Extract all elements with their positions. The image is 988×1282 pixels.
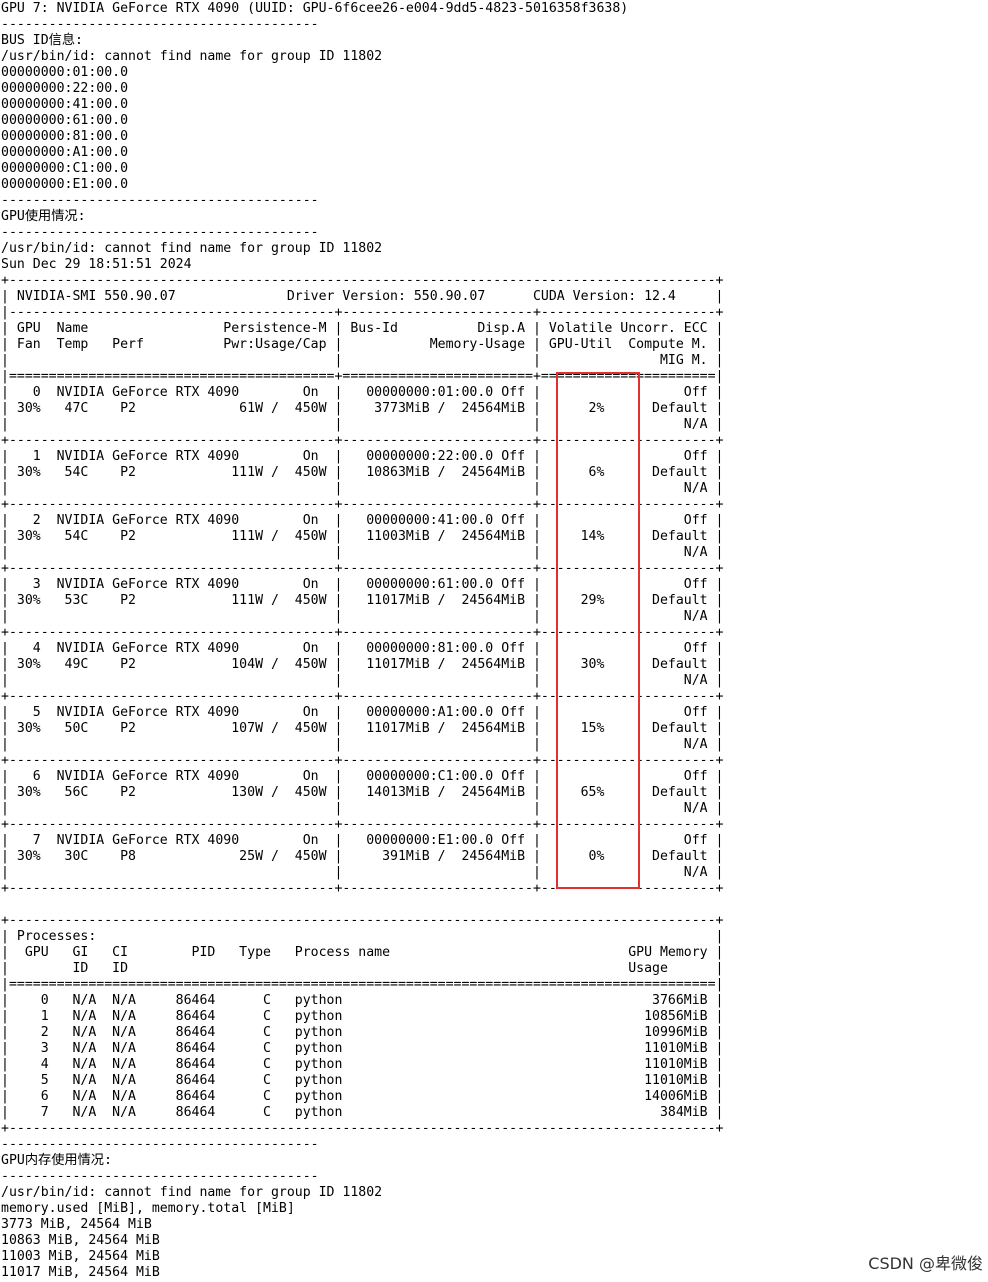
terminal-line: +---------------------------------------… — [1, 561, 724, 576]
terminal-line: | 1 N/A N/A 86464 C python 10856MiB | — [1, 1009, 724, 1024]
terminal-line: +---------------------------------------… — [1, 273, 724, 288]
terminal-line: memory.used [MiB], memory.total [MiB] — [1, 1201, 295, 1216]
terminal-line: +---------------------------------------… — [1, 497, 724, 512]
terminal-line: 3773 MiB, 24564 MiB — [1, 1217, 152, 1232]
terminal-line: | Fan Temp Perf Pwr:Usage/Cap | Memory-U… — [1, 337, 724, 352]
terminal-line: 10863 MiB, 24564 MiB — [1, 1233, 160, 1248]
terminal-line: | 0 NVIDIA GeForce RTX 4090 On | 0000000… — [1, 385, 724, 400]
terminal-line: | 0 N/A N/A 86464 C python 3766MiB | — [1, 993, 724, 1008]
terminal-line: 00000000:41:00.0 — [1, 97, 129, 112]
terminal-line: +---------------------------------------… — [1, 625, 724, 640]
terminal-line: +---------------------------------------… — [1, 881, 724, 896]
terminal-line: | 5 NVIDIA GeForce RTX 4090 On | 0000000… — [1, 705, 724, 720]
terminal-line: +---------------------------------------… — [1, 753, 724, 768]
terminal-line: 00000000:E1:00.0 — [1, 177, 129, 192]
terminal-line: ---------------------------------------- — [1, 225, 319, 240]
terminal-line: 00000000:22:00.0 — [1, 81, 129, 96]
terminal-line: |---------------------------------------… — [1, 305, 724, 320]
terminal-line: | 4 N/A N/A 86464 C python 11010MiB | — [1, 1057, 724, 1072]
terminal-line: | 3 NVIDIA GeForce RTX 4090 On | 0000000… — [1, 577, 724, 592]
terminal-line: | | | N/A | — [1, 865, 724, 880]
terminal-line: | 5 N/A N/A 86464 C python 11010MiB | — [1, 1073, 724, 1088]
terminal-line: | GPU Name Persistence-M | Bus-Id Disp.A… — [1, 321, 724, 336]
terminal-line: | ID ID Usage | — [1, 961, 724, 976]
terminal-line: | | | N/A | — [1, 417, 724, 432]
terminal-line: | | | N/A | — [1, 609, 724, 624]
terminal-line: +---------------------------------------… — [1, 817, 724, 832]
terminal-line: /usr/bin/id: cannot find name for group … — [1, 1185, 383, 1200]
terminal-line: | GPU GI CI PID Type Process name GPU Me… — [1, 945, 724, 960]
terminal-line: | 4 NVIDIA GeForce RTX 4090 On | 0000000… — [1, 641, 724, 656]
terminal-line: | NVIDIA-SMI 550.90.07 Driver Version: 5… — [1, 289, 724, 304]
terminal-line: | 3 N/A N/A 86464 C python 11010MiB | — [1, 1041, 724, 1056]
terminal-line: | 30% 56C P2 130W / 450W | 14013MiB / 24… — [1, 785, 724, 800]
terminal-line: | 30% 53C P2 111W / 450W | 11017MiB / 24… — [1, 593, 724, 608]
terminal-line: | 30% 49C P2 104W / 450W | 11017MiB / 24… — [1, 657, 724, 672]
terminal-line: 11017 MiB, 24564 MiB — [1, 1265, 160, 1280]
terminal-line: ---------------------------------------- — [1, 193, 319, 208]
terminal-output: GPU 7: NVIDIA GeForce RTX 4090 (UUID: GP… — [1, 1, 724, 1281]
terminal-line: | 1 NVIDIA GeForce RTX 4090 On | 0000000… — [1, 449, 724, 464]
terminal-line: | | | N/A | — [1, 481, 724, 496]
terminal-line: | 30% 30C P8 25W / 450W | 391MiB / 24564… — [1, 849, 724, 864]
terminal-line: 00000000:C1:00.0 — [1, 161, 129, 176]
terminal-line: | 30% 54C P2 111W / 450W | 10863MiB / 24… — [1, 465, 724, 480]
terminal-line: ---------------------------------------- — [1, 1137, 319, 1152]
terminal-line: | | | N/A | — [1, 801, 724, 816]
terminal-line: | 30% 54C P2 111W / 450W | 11003MiB / 24… — [1, 529, 724, 544]
terminal-line: | 30% 50C P2 107W / 450W | 11017MiB / 24… — [1, 721, 724, 736]
terminal-line: | | | N/A | — [1, 673, 724, 688]
terminal-line: | 7 N/A N/A 86464 C python 384MiB | — [1, 1105, 724, 1120]
terminal-line: | | | MIG M. | — [1, 353, 724, 368]
terminal-line: ---------------------------------------- — [1, 17, 319, 32]
terminal-line: | 7 NVIDIA GeForce RTX 4090 On | 0000000… — [1, 833, 724, 848]
terminal-line: | 6 NVIDIA GeForce RTX 4090 On | 0000000… — [1, 769, 724, 784]
terminal-line: GPU使用情况: — [1, 209, 86, 224]
terminal-line: | | | N/A | — [1, 737, 724, 752]
csdn-watermark: CSDN @卑微俊 — [868, 1254, 983, 1273]
terminal-line: 00000000:A1:00.0 — [1, 145, 129, 160]
terminal-line: | 6 N/A N/A 86464 C python 14006MiB | — [1, 1089, 724, 1104]
terminal-line: 00000000:81:00.0 — [1, 129, 129, 144]
terminal-line: |=======================================… — [1, 977, 724, 992]
terminal-line: | 2 NVIDIA GeForce RTX 4090 On | 0000000… — [1, 513, 724, 528]
terminal-line: 00000000:01:00.0 — [1, 65, 129, 80]
terminal-line: | | | N/A | — [1, 545, 724, 560]
terminal-line: +---------------------------------------… — [1, 433, 724, 448]
terminal-line: ---------------------------------------- — [1, 1169, 319, 1184]
terminal-line: /usr/bin/id: cannot find name for group … — [1, 49, 383, 64]
terminal-line: GPU 7: NVIDIA GeForce RTX 4090 (UUID: GP… — [1, 1, 629, 16]
terminal-line: +---------------------------------------… — [1, 1121, 724, 1136]
terminal-line: GPU内存使用情况: — [1, 1153, 112, 1168]
terminal-line: | Processes: | — [1, 929, 724, 944]
terminal-line: Sun Dec 29 18:51:51 2024 — [1, 257, 192, 272]
terminal-line: +---------------------------------------… — [1, 689, 724, 704]
terminal-line: | 30% 47C P2 61W / 450W | 3773MiB / 2456… — [1, 401, 724, 416]
terminal-line: 00000000:61:00.0 — [1, 113, 129, 128]
terminal-line: /usr/bin/id: cannot find name for group … — [1, 241, 383, 256]
terminal-line: +---------------------------------------… — [1, 913, 724, 928]
terminal-line: 11003 MiB, 24564 MiB — [1, 1249, 160, 1264]
terminal-line: |=======================================… — [1, 369, 724, 384]
terminal-line: | 2 N/A N/A 86464 C python 10996MiB | — [1, 1025, 724, 1040]
terminal-line: BUS ID信息: — [1, 33, 83, 48]
